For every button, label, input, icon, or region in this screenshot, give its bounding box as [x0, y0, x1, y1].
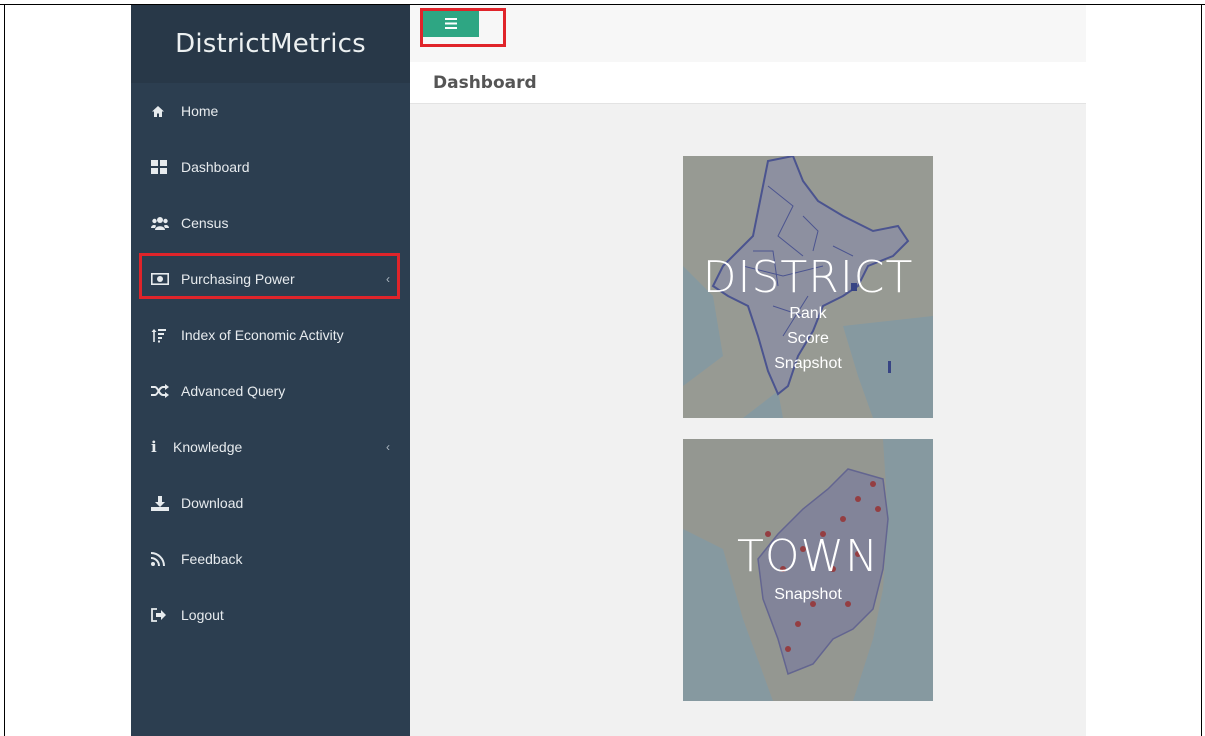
- frame-border-right: [1201, 4, 1202, 736]
- logout-icon: [151, 608, 173, 622]
- town-tile-caption: TOWN Snapshot: [683, 531, 933, 607]
- highlight-menu-button: [420, 8, 506, 47]
- sort-icon: [151, 328, 173, 343]
- home-icon: [151, 105, 173, 118]
- sidebar-item-index-of-economic-activity[interactable]: Index of Economic Activity: [131, 307, 410, 363]
- town-tile[interactable]: TOWN Snapshot: [683, 439, 933, 701]
- frame-border-left: [4, 4, 5, 736]
- page-title: Dashboard: [433, 72, 537, 93]
- shuffle-icon: [151, 384, 173, 398]
- town-title: TOWN: [737, 531, 879, 582]
- chevron-left-icon: ‹: [386, 440, 390, 454]
- sidebar-item-advanced-query[interactable]: Advanced Query: [131, 363, 410, 419]
- sidebar-item-label: Index of Economic Activity: [181, 327, 344, 343]
- sidebar-item-label: Advanced Query: [181, 383, 286, 399]
- dashboard-icon: [151, 160, 173, 174]
- sidebar-item-label: Logout: [181, 607, 224, 623]
- download-icon: [151, 495, 173, 511]
- sidebar-item-label: Home: [181, 103, 219, 119]
- sidebar-item-knowledge[interactable]: i Knowledge ‹: [131, 419, 410, 475]
- sidebar-item-label: Census: [181, 215, 229, 231]
- content-header: Dashboard: [410, 62, 1086, 104]
- main-content: Dashboard DISTRICT Rank Score Snapshot T…: [410, 5, 1086, 736]
- sidebar-nav: Home Dashboard Census Purchasing Power ‹: [131, 83, 410, 643]
- town-line-snapshot: Snapshot: [774, 586, 842, 603]
- rss-icon: [151, 552, 173, 566]
- sidebar-item-label: Dashboard: [181, 159, 250, 175]
- brand-title[interactable]: DistrictMetrics: [131, 5, 410, 83]
- sidebar-item-label: Knowledge: [173, 439, 243, 455]
- sidebar-item-home[interactable]: Home: [131, 83, 410, 139]
- top-bar: [410, 5, 1086, 62]
- district-line-rank: Rank: [789, 305, 827, 322]
- sidebar-item-label: Feedback: [181, 551, 243, 567]
- sidebar-item-census[interactable]: Census: [131, 195, 410, 251]
- district-line-snapshot: Snapshot: [774, 355, 842, 372]
- info-icon: i: [151, 438, 157, 456]
- users-icon: [151, 216, 173, 230]
- sidebar-item-label: Download: [181, 495, 244, 511]
- district-title: DISTRICT: [702, 252, 914, 303]
- sidebar-item-logout[interactable]: Logout: [131, 587, 410, 643]
- sidebar-item-feedback[interactable]: Feedback: [131, 531, 410, 587]
- sidebar: DistrictMetrics Home Dashboard Census Pu…: [131, 5, 410, 736]
- district-line-score: Score: [787, 330, 829, 347]
- sidebar-item-download[interactable]: Download: [131, 475, 410, 531]
- district-tile[interactable]: DISTRICT Rank Score Snapshot: [683, 156, 933, 418]
- district-tile-caption: DISTRICT Rank Score Snapshot: [683, 252, 933, 376]
- sidebar-item-dashboard[interactable]: Dashboard: [131, 139, 410, 195]
- highlight-purchasing-power: [139, 253, 400, 299]
